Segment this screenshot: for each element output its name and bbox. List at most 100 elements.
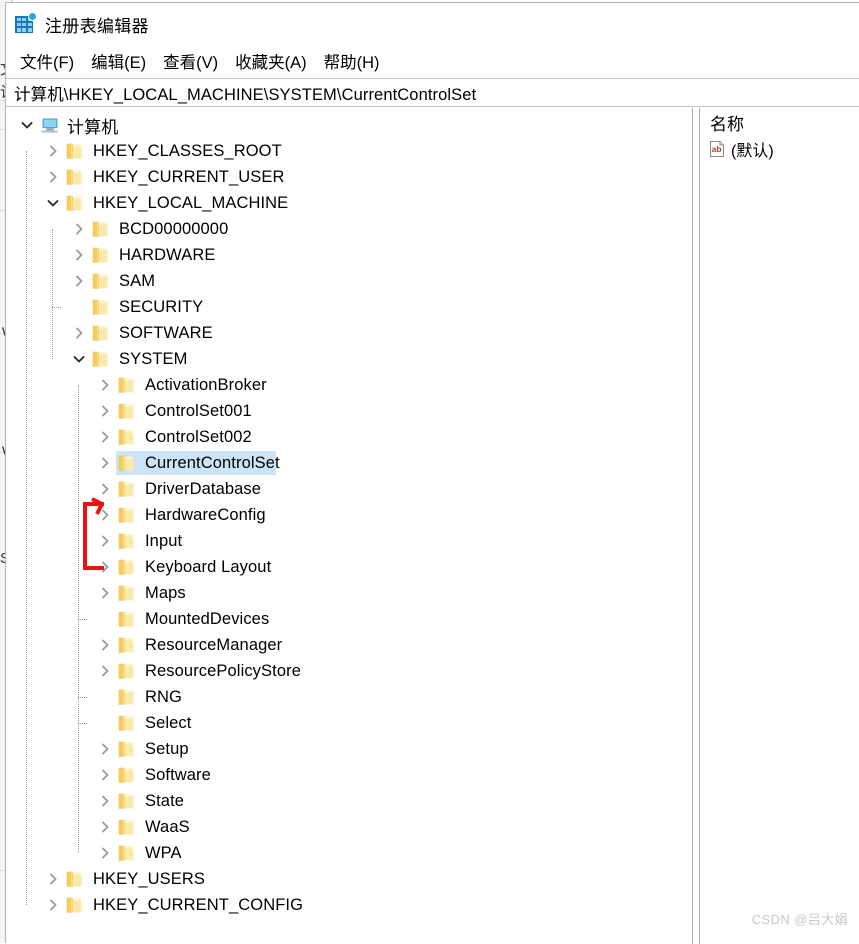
tree-node[interactable]: HardwareConfig xyxy=(6,502,692,528)
tree-node-label: Keyboard Layout xyxy=(145,557,272,576)
pane-splitter[interactable] xyxy=(692,108,700,944)
column-name: 名称 xyxy=(710,114,744,134)
tree-node-label: Input xyxy=(145,531,183,550)
folder-icon xyxy=(90,346,112,372)
address-bar[interactable]: 计算机\HKEY_LOCAL_MACHINE\SYSTEM\CurrentCon… xyxy=(6,78,859,107)
chevron-right-icon[interactable] xyxy=(94,814,116,840)
value-row[interactable]: ab (默认) xyxy=(700,136,859,161)
tree-node[interactable]: Setup xyxy=(6,736,692,762)
chevron-right-icon[interactable] xyxy=(94,788,116,814)
folder-icon xyxy=(116,736,138,762)
chevron-down-icon[interactable] xyxy=(16,112,38,138)
content-area: 计算机 HKEY_CLASSES_ROOT HKEY_CURRENT_USER HKE… xyxy=(6,108,859,944)
tree-node[interactable]: SOFTWARE xyxy=(6,320,692,346)
menu-favorites[interactable]: 收藏夹(A) xyxy=(228,47,314,76)
registry-values-pane[interactable]: 名称 ab (默认) xyxy=(700,108,859,944)
folder-icon xyxy=(90,320,112,346)
tree-guide-tick xyxy=(52,307,61,308)
tree-node-label: HKEY_LOCAL_MACHINE xyxy=(93,193,289,212)
menu-bar: 文件(F) 编辑(E) 查看(V) 收藏夹(A) 帮助(H) xyxy=(6,45,859,77)
tree-node[interactable]: Input xyxy=(6,528,692,554)
chevron-right-icon[interactable] xyxy=(42,866,64,892)
chevron-right-icon[interactable] xyxy=(94,450,116,476)
tree-node[interactable]: HKEY_CLASSES_ROOT xyxy=(6,138,692,164)
tree-node[interactable]: SAM xyxy=(6,268,692,294)
folder-icon xyxy=(90,216,112,242)
chevron-right-icon[interactable] xyxy=(94,632,116,658)
tree-node[interactable]: ControlSet002 xyxy=(6,424,692,450)
registry-tree-pane[interactable]: 计算机 HKEY_CLASSES_ROOT HKEY_CURRENT_USER HKE… xyxy=(6,108,692,944)
tree-node[interactable]: ResourceManager xyxy=(6,632,692,658)
tree-node[interactable]: BCD00000000 xyxy=(6,216,692,242)
tree-node[interactable]: SYSTEM xyxy=(6,346,692,372)
chevron-right-icon[interactable] xyxy=(94,372,116,398)
folder-icon xyxy=(116,788,138,814)
tree-node-label: ControlSet001 xyxy=(145,401,252,420)
chevron-right-icon[interactable] xyxy=(94,476,116,502)
chevron-right-icon[interactable] xyxy=(94,424,116,450)
menu-file[interactable]: 文件(F) xyxy=(13,47,81,76)
menu-view[interactable]: 查看(V) xyxy=(156,47,225,76)
tree-node-label: SECURITY xyxy=(119,297,204,316)
chevron-right-icon[interactable] xyxy=(94,398,116,424)
tree-node-label: MountedDevices xyxy=(145,609,270,628)
chevron-right-icon[interactable] xyxy=(68,216,90,242)
tree-node[interactable]: WaaS xyxy=(6,814,692,840)
tree-node[interactable]: Select xyxy=(6,710,692,736)
tree-node[interactable]: ActivationBroker xyxy=(6,372,692,398)
tree-node[interactable]: DriverDatabase xyxy=(6,476,692,502)
tree-node[interactable]: ControlSet001 xyxy=(6,398,692,424)
tree-node-label: ResourceManager xyxy=(145,635,283,654)
tree-node[interactable]: HKEY_LOCAL_MACHINE xyxy=(6,190,692,216)
chevron-right-icon[interactable] xyxy=(94,502,116,528)
tree-node[interactable]: HARDWARE xyxy=(6,242,692,268)
tree-node[interactable]: MountedDevices xyxy=(6,606,692,632)
address-path: 计算机\HKEY_LOCAL_MACHINE\SYSTEM\CurrentCon… xyxy=(14,85,477,104)
folder-icon xyxy=(64,190,86,216)
values-list: ab (默认) xyxy=(700,136,859,161)
chevron-right-icon[interactable] xyxy=(42,892,64,918)
menu-edit[interactable]: 编辑(E) xyxy=(84,47,153,76)
chevron-right-icon[interactable] xyxy=(94,658,116,684)
chevron-right-icon[interactable] xyxy=(94,528,116,554)
tree-node[interactable]: Software xyxy=(6,762,692,788)
tree-node[interactable]: HKEY_USERS xyxy=(6,866,692,892)
tree-node[interactable]: State xyxy=(6,788,692,814)
tree-node[interactable]: RNG xyxy=(6,684,692,710)
chevron-down-icon[interactable] xyxy=(68,346,90,372)
tree-node[interactable]: ResourcePolicyStore xyxy=(6,658,692,684)
tree-guide-tick xyxy=(78,619,87,620)
chevron-down-icon[interactable] xyxy=(42,190,64,216)
folder-icon xyxy=(116,710,138,736)
values-column-header[interactable]: 名称 xyxy=(700,108,859,136)
tree-guide-line xyxy=(26,151,27,905)
value-name: (默认) xyxy=(731,142,774,160)
chevron-right-icon[interactable] xyxy=(94,762,116,788)
chevron-right-icon[interactable] xyxy=(94,554,116,580)
chevron-right-icon[interactable] xyxy=(68,268,90,294)
chevron-right-icon[interactable] xyxy=(94,736,116,762)
menu-help[interactable]: 帮助(H) xyxy=(317,47,387,76)
tree-node[interactable]: HKEY_CURRENT_USER xyxy=(6,164,692,190)
tree-node[interactable]: SECURITY xyxy=(6,294,692,320)
chevron-right-icon[interactable] xyxy=(68,242,90,268)
tree-node[interactable]: HKEY_CURRENT_CONFIG xyxy=(6,892,692,918)
registry-tree: 计算机 HKEY_CLASSES_ROOT HKEY_CURRENT_USER HKE… xyxy=(6,108,692,918)
tree-node[interactable]: 计算机 xyxy=(6,112,692,138)
chevron-right-icon[interactable] xyxy=(42,138,64,164)
chevron-right-icon[interactable] xyxy=(94,580,116,606)
tree-node[interactable]: WPA xyxy=(6,840,692,866)
chevron-right-icon[interactable] xyxy=(68,320,90,346)
title-bar: 注册表编辑器 xyxy=(6,3,859,45)
watermark: CSDN @吕大娟 xyxy=(751,912,848,927)
folder-icon xyxy=(116,398,138,424)
tree-node-label: HKEY_CURRENT_CONFIG xyxy=(93,895,304,914)
tree-node-label: Select xyxy=(145,713,192,732)
tree-node[interactable]: Keyboard Layout xyxy=(6,554,692,580)
string-value-icon: ab xyxy=(708,140,726,158)
tree-node[interactable]: CurrentControlSet xyxy=(6,450,692,476)
registry-editor-icon xyxy=(14,12,37,35)
chevron-right-icon[interactable] xyxy=(42,164,64,190)
tree-node[interactable]: Maps xyxy=(6,580,692,606)
chevron-right-icon[interactable] xyxy=(94,840,116,866)
